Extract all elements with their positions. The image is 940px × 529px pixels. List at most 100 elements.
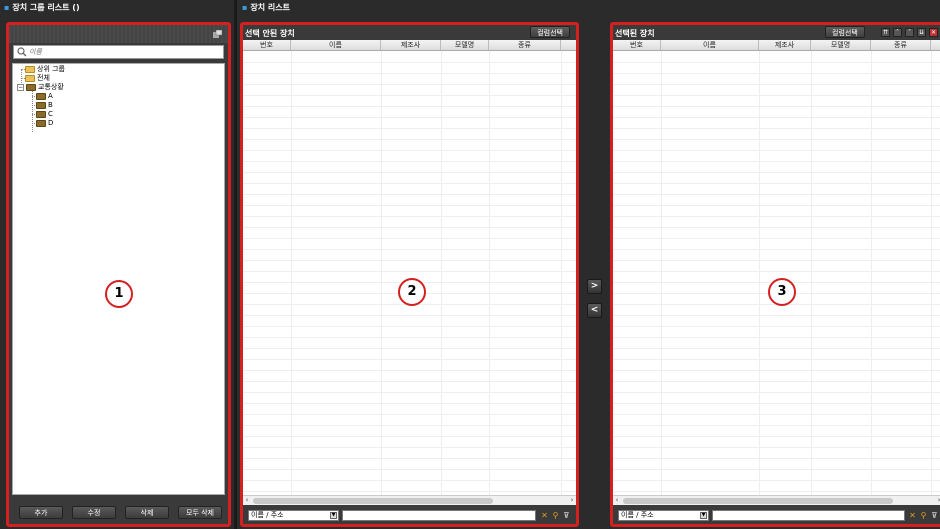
scroll-thumb[interactable] bbox=[253, 498, 493, 504]
unselected-column-select-button[interactable]: 컬럼선택 bbox=[530, 26, 570, 38]
grid-row-line bbox=[613, 326, 940, 327]
unselected-horizontal-scrollbar[interactable]: ‹ › bbox=[243, 495, 576, 505]
column-header-manufacturer[interactable]: 제조사 bbox=[381, 40, 441, 50]
marker-1: 1 bbox=[105, 280, 133, 308]
move-bottom-icon[interactable]: ⇊ bbox=[917, 28, 926, 37]
grid-row-line bbox=[243, 326, 576, 327]
move-right-button[interactable]: > bbox=[587, 279, 602, 294]
grid-row-line bbox=[243, 238, 576, 239]
search-icon[interactable]: ⚲ bbox=[551, 511, 560, 520]
grid-row-line bbox=[243, 95, 576, 96]
tree-item-traffic[interactable]: − 교통상황 bbox=[17, 83, 64, 92]
grid-row-line bbox=[613, 62, 940, 63]
tree-item-a[interactable]: A bbox=[36, 92, 53, 101]
selected-horizontal-scrollbar[interactable]: ‹ › bbox=[613, 495, 940, 505]
delete-all-groups-button[interactable]: 모두 삭제 bbox=[178, 506, 222, 519]
grid-row-line bbox=[613, 216, 940, 217]
grid-row-line bbox=[613, 425, 940, 426]
chevron-down-icon: ▼ bbox=[330, 512, 337, 519]
grid-row-line bbox=[613, 205, 940, 206]
grid-row-line bbox=[243, 370, 576, 371]
selected-column-select-button[interactable]: 컬럼선택 bbox=[825, 26, 865, 38]
grid-row-line bbox=[243, 183, 576, 184]
unselected-panel-title: 선택 안된 장치 bbox=[245, 29, 295, 38]
grid-row-line bbox=[243, 337, 576, 338]
grid-row-line bbox=[243, 458, 576, 459]
grid-row-line bbox=[243, 392, 576, 393]
column-header-name[interactable]: 이름 bbox=[661, 40, 759, 50]
add-group-button[interactable]: 추가 bbox=[19, 506, 63, 519]
grid-row-line bbox=[613, 436, 940, 437]
grid-row-line bbox=[613, 194, 940, 195]
column-header-type[interactable]: 종류 bbox=[489, 40, 561, 50]
scroll-left-icon[interactable]: ‹ bbox=[613, 496, 621, 505]
tree-item-parent-group[interactable]: 상위 그룹 bbox=[25, 65, 65, 74]
grid-row-line bbox=[243, 260, 576, 261]
grid-row-line bbox=[613, 469, 940, 470]
scroll-left-icon[interactable]: ‹ bbox=[243, 496, 251, 505]
folder-icon bbox=[36, 120, 46, 127]
folder-icon bbox=[25, 66, 35, 73]
column-header-name[interactable]: 이름 bbox=[291, 40, 381, 50]
move-down-icon[interactable]: ˅ bbox=[905, 28, 914, 37]
grid-row-line bbox=[613, 480, 940, 481]
column-header-number[interactable]: 번호 bbox=[243, 40, 291, 50]
bullet-icon: ▪ bbox=[4, 3, 10, 12]
group-settings-icon[interactable] bbox=[213, 30, 222, 38]
column-header-manufacturer[interactable]: 제조사 bbox=[759, 40, 811, 50]
grid-row-line bbox=[243, 194, 576, 195]
selected-panel-title: 선택된 장치 bbox=[615, 29, 655, 38]
grid-row-line bbox=[613, 172, 940, 173]
device-list-title: ▪ 장치 리스트 bbox=[242, 3, 291, 12]
unselected-filter-bar: 이름 / 주소 ▼ ✕ ⚲ ⊽ bbox=[243, 507, 576, 524]
selected-filter-input[interactable] bbox=[712, 510, 905, 521]
unselected-filter-select[interactable]: 이름 / 주소 ▼ bbox=[248, 510, 339, 521]
scroll-right-icon[interactable]: › bbox=[568, 496, 576, 505]
filter-icon[interactable]: ⊽ bbox=[930, 511, 939, 520]
column-header-model[interactable]: 모델명 bbox=[811, 40, 871, 50]
grid-row-line bbox=[243, 271, 576, 272]
selected-devices-panel: 선택된 장치 컬럼선택 ⇈ ˄ ˅ ⇊ ✕ 번호 이름 제조사 모델명 종류 3… bbox=[610, 22, 940, 527]
collapse-icon[interactable]: − bbox=[17, 84, 24, 91]
group-tree: 상위 그룹 전체 − 교통상황 A B C D 1 bbox=[12, 63, 225, 495]
search-icon[interactable]: ⚲ bbox=[919, 511, 928, 520]
grid-row-line bbox=[243, 161, 576, 162]
group-search-input[interactable] bbox=[29, 47, 224, 57]
move-left-button[interactable]: < bbox=[587, 303, 602, 318]
clear-icon[interactable]: ✕ bbox=[908, 511, 917, 520]
clear-icon[interactable]: ✕ bbox=[540, 511, 549, 520]
grid-row-line bbox=[613, 84, 940, 85]
grid-row-line bbox=[613, 392, 940, 393]
grid-row-line bbox=[613, 238, 940, 239]
scroll-thumb[interactable] bbox=[623, 498, 893, 504]
tree-item-d[interactable]: D bbox=[36, 119, 53, 128]
edit-group-button[interactable]: 수정 bbox=[72, 506, 116, 519]
grid-row-line bbox=[243, 128, 576, 129]
column-header-number[interactable]: 번호 bbox=[613, 40, 661, 50]
selected-grid-body[interactable]: 3 bbox=[613, 51, 940, 495]
filter-icon[interactable]: ⊽ bbox=[562, 511, 571, 520]
column-header-type[interactable]: 종류 bbox=[871, 40, 931, 50]
remove-icon[interactable]: ✕ bbox=[929, 28, 938, 37]
grid-row-line bbox=[613, 348, 940, 349]
grid-row-line bbox=[243, 425, 576, 426]
unselected-filter-input[interactable] bbox=[342, 510, 536, 521]
move-top-icon[interactable]: ⇈ bbox=[881, 28, 890, 37]
grid-row-line bbox=[613, 403, 940, 404]
tree-item-all[interactable]: 전체 bbox=[25, 74, 50, 83]
scroll-right-icon[interactable]: › bbox=[935, 496, 940, 505]
tree-item-b[interactable]: B bbox=[36, 101, 53, 110]
column-header-model[interactable]: 모델명 bbox=[441, 40, 489, 50]
delete-group-button[interactable]: 삭제 bbox=[125, 506, 169, 519]
selected-header: 선택된 장치 컬럼선택 ⇈ ˄ ˅ ⇊ ✕ bbox=[613, 25, 940, 40]
marker-2: 2 bbox=[398, 278, 426, 306]
grid-row-line bbox=[243, 117, 576, 118]
selected-filter-select[interactable]: 이름 / 주소 ▼ bbox=[618, 510, 709, 521]
device-group-panel: 상위 그룹 전체 −교통상황 A B C D 1 추가 수정 삭제 모두 삭제 bbox=[6, 22, 231, 527]
grid-row-line bbox=[613, 139, 940, 140]
move-up-icon[interactable]: ˄ bbox=[893, 28, 902, 37]
unselected-grid-body[interactable]: 2 bbox=[243, 51, 576, 495]
folder-icon bbox=[26, 84, 36, 91]
tree-item-c[interactable]: C bbox=[36, 110, 53, 119]
grid-row-line bbox=[613, 260, 940, 261]
